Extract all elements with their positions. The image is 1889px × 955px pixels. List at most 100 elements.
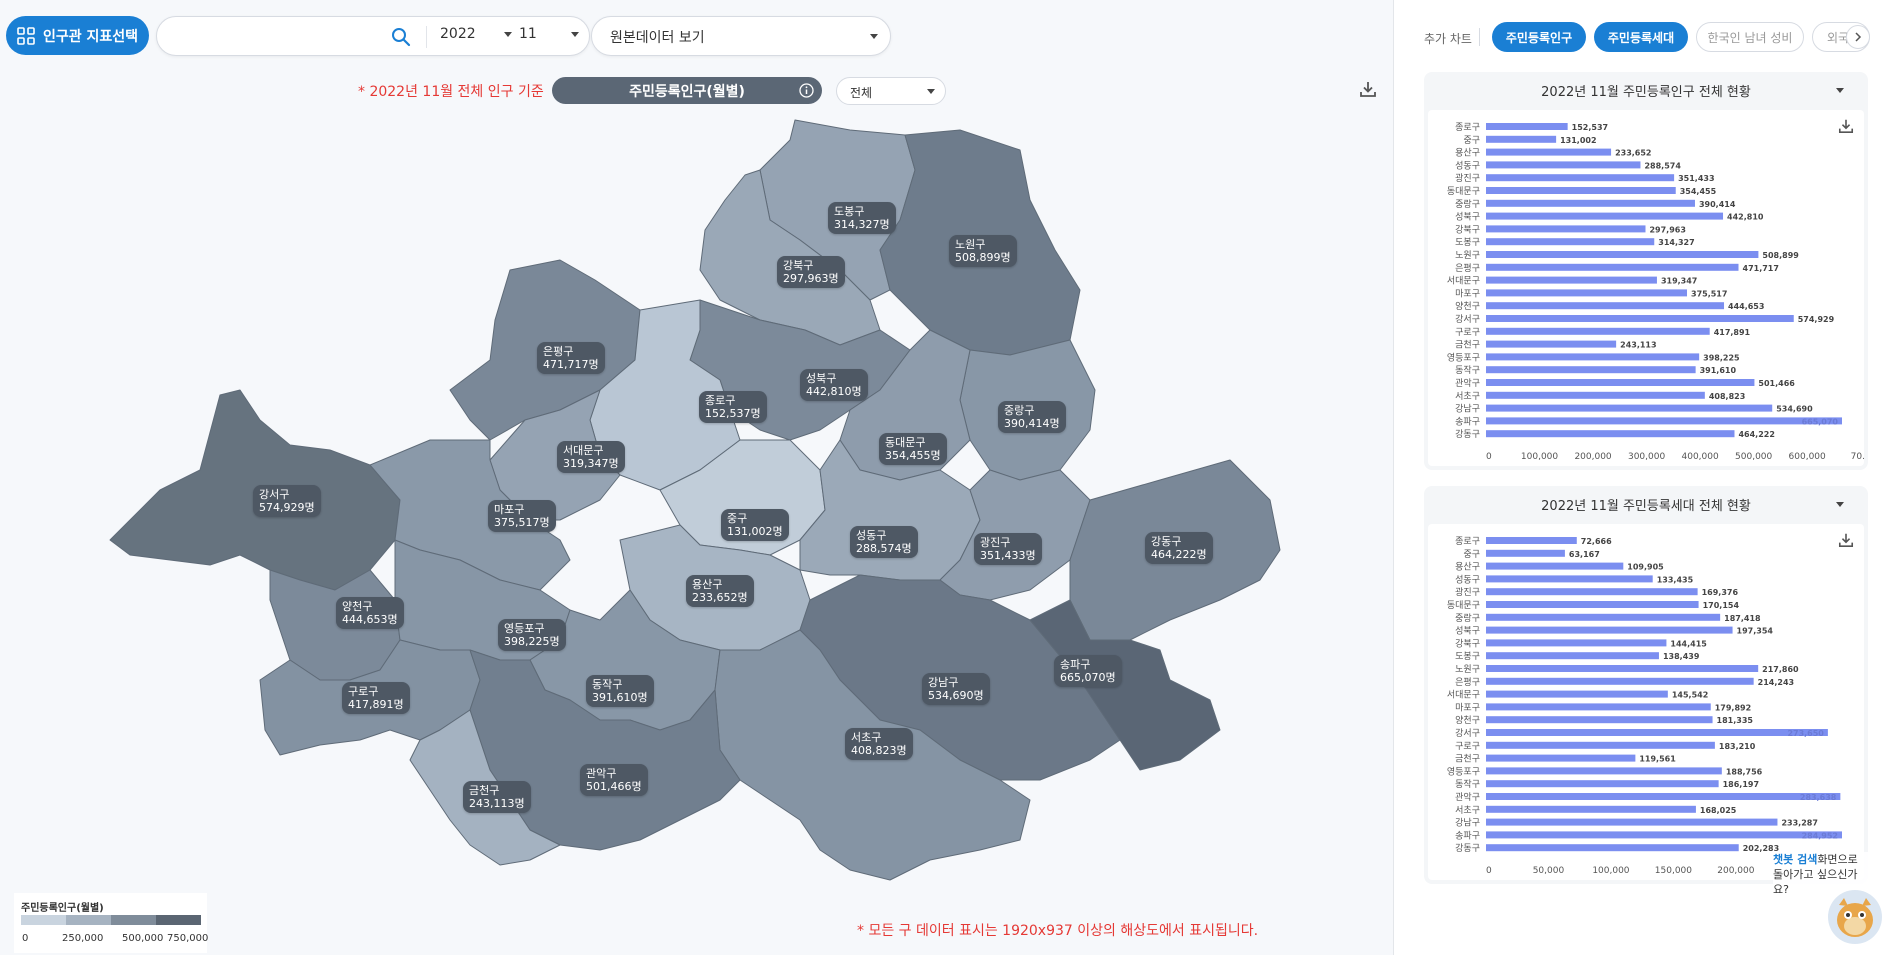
bar: [1486, 767, 1722, 775]
x-tick-label: 70...: [1851, 452, 1864, 462]
bar-value-label: 186,197: [1723, 780, 1759, 789]
chatbot-text-1: 화면으로: [1817, 853, 1858, 866]
chatbot-mascot-icon[interactable]: [1826, 888, 1884, 946]
district-label[interactable]: 동작구 391,610명: [586, 675, 654, 707]
bar: [1486, 652, 1659, 660]
bar: [1486, 263, 1739, 271]
district-label[interactable]: 용산구 233,652명: [686, 575, 754, 607]
bar-category-label: 영등포구: [1447, 766, 1480, 777]
bar-category-label: 성동구: [1455, 574, 1480, 585]
bar-value-label: 63,167: [1569, 550, 1600, 559]
bar: [1486, 716, 1713, 724]
chip-population[interactable]: 주민등록인구: [1492, 22, 1586, 52]
district-label[interactable]: 광진구 351,433명: [974, 533, 1042, 565]
bar-value-label: 168,025: [1700, 806, 1737, 815]
district-label[interactable]: 은평구 471,717명: [537, 342, 605, 374]
bar-value-label: 187,418: [1724, 614, 1761, 623]
district-label[interactable]: 서대문구 319,347명: [557, 441, 625, 473]
bar-category-label: 동작구: [1455, 779, 1480, 790]
bar-category-label: 서대문구: [1447, 690, 1480, 701]
district-label[interactable]: 동대문구 354,455명: [879, 433, 947, 465]
bar-value-label: 197,354: [1737, 627, 1774, 636]
district-label[interactable]: 강남구 534,690명: [922, 673, 990, 705]
bar-value-label: 145,542: [1672, 691, 1708, 700]
bar: [1486, 805, 1696, 813]
bar: [1486, 729, 1828, 736]
bar-value-label: 144,415: [1670, 639, 1707, 648]
chip-households[interactable]: 주민등록세대: [1594, 22, 1688, 52]
district-label[interactable]: 관악구 501,466명: [580, 764, 648, 796]
bar: [1486, 537, 1577, 544]
legend-tick: 500,000: [122, 933, 164, 944]
chip-scroll-right-button[interactable]: [1846, 25, 1870, 49]
district-label[interactable]: 노원구 508,899명: [949, 235, 1017, 267]
bar: [1486, 135, 1557, 143]
district-label[interactable]: 마포구 375,517명: [488, 500, 556, 532]
bar-category-label: 종로구: [1455, 122, 1480, 133]
district-label[interactable]: 강서구 574,929명: [253, 485, 321, 517]
district-label[interactable]: 송파구 665,070명: [1054, 655, 1122, 687]
bar-category-label: 용산구: [1455, 562, 1480, 573]
bar-value-label: 233,287: [1781, 819, 1817, 828]
bar: [1486, 404, 1773, 412]
district-label[interactable]: 성북구 442,810명: [800, 369, 868, 401]
bar-value-label: 375,517: [1691, 289, 1727, 298]
district-label[interactable]: 구로구 417,891명: [342, 682, 410, 714]
district-label[interactable]: 종로구 152,537명: [699, 391, 767, 423]
district-label[interactable]: 강북구 297,963명: [777, 256, 845, 288]
bar-value-label: 534,690: [1776, 405, 1813, 414]
bar-value-label: 183,210: [1719, 742, 1756, 751]
bar-value-label: 319,347: [1661, 277, 1697, 286]
bar-category-label: 금천구: [1455, 754, 1480, 765]
bar-category-label: 동작구: [1455, 365, 1480, 376]
bar-value-label: 574,929: [1798, 315, 1835, 324]
x-tick-label: 50,000: [1533, 866, 1565, 876]
district-label[interactable]: 강동구 464,222명: [1145, 532, 1213, 564]
seoul-district-map: [109, 119, 1281, 881]
district-label[interactable]: 서초구 408,823명: [845, 728, 913, 760]
x-tick-label: 500,000: [1735, 452, 1772, 462]
bar: [1486, 818, 1778, 826]
population-chart-card: 2022년 11월 주민등록인구 전체 현황 종로구 152,537 중구 131,0…: [1424, 72, 1868, 470]
district-label[interactable]: 영등포구 398,225명: [498, 619, 566, 651]
bar: [1486, 430, 1735, 438]
chip-sex-ratio[interactable]: 한국인 남녀 성비: [1696, 22, 1804, 52]
district-label[interactable]: 중구 131,002명: [721, 509, 789, 541]
bar: [1486, 251, 1759, 258]
bar-value-label: 398,225: [1703, 353, 1740, 362]
x-tick-label: 200,000: [1574, 452, 1611, 462]
district-label[interactable]: 양천구 444,653명: [336, 597, 404, 629]
bar: [1486, 575, 1653, 583]
bar: [1486, 417, 1842, 425]
bar-category-label: 마포구: [1455, 288, 1480, 299]
bar-category-label: 영등포구: [1447, 352, 1480, 363]
bar-category-label: 양천구: [1455, 301, 1480, 312]
map-legend: 주민등록인구(월별) 0 250,000 500,000 750,000: [14, 893, 208, 953]
bar-value-label: 665,070: [1802, 417, 1839, 426]
bar: [1486, 366, 1696, 374]
district-label[interactable]: 금천구 243,113명: [463, 781, 531, 813]
population-chart-header[interactable]: 2022년 11월 주민등록인구 전체 현황: [1424, 72, 1868, 108]
district-label[interactable]: 중랑구 390,414명: [998, 401, 1066, 433]
bar-value-label: 501,466: [1758, 379, 1795, 388]
bar-category-label: 관악구: [1455, 791, 1480, 803]
bar-value-label: 233,652: [1615, 149, 1651, 158]
bar: [1486, 391, 1705, 399]
district-label[interactable]: 성동구 288,574명: [850, 526, 918, 558]
population-chart-title: 2022년 11월 주민등록인구 전체 현황: [1541, 84, 1751, 100]
bar-value-label: 508,899: [1762, 251, 1799, 260]
bar-value-label: 138,439: [1663, 652, 1700, 661]
bar-category-label: 양천구: [1455, 715, 1480, 726]
bar-value-label: 217,860: [1762, 665, 1799, 674]
bar: [1486, 174, 1675, 182]
population-chart-body: 종로구 152,537 중구 131,002 용산구 233,652 성동구 288,574 광…: [1428, 110, 1864, 466]
bar-category-label: 송파구: [1455, 416, 1480, 427]
district-label[interactable]: 도봉구 314,327명: [828, 202, 896, 234]
bar-category-label: 서대문구: [1447, 276, 1480, 287]
bar-value-label: 109,905: [1627, 563, 1664, 572]
bar-value-label: 131,002: [1560, 136, 1596, 145]
households-chart-header[interactable]: 2022년 11월 주민등록세대 전체 현황: [1424, 486, 1868, 522]
bar-category-label: 중랑구: [1455, 198, 1480, 210]
bar-value-label: 417,891: [1714, 328, 1751, 337]
bar-category-label: 강서구: [1455, 728, 1480, 739]
